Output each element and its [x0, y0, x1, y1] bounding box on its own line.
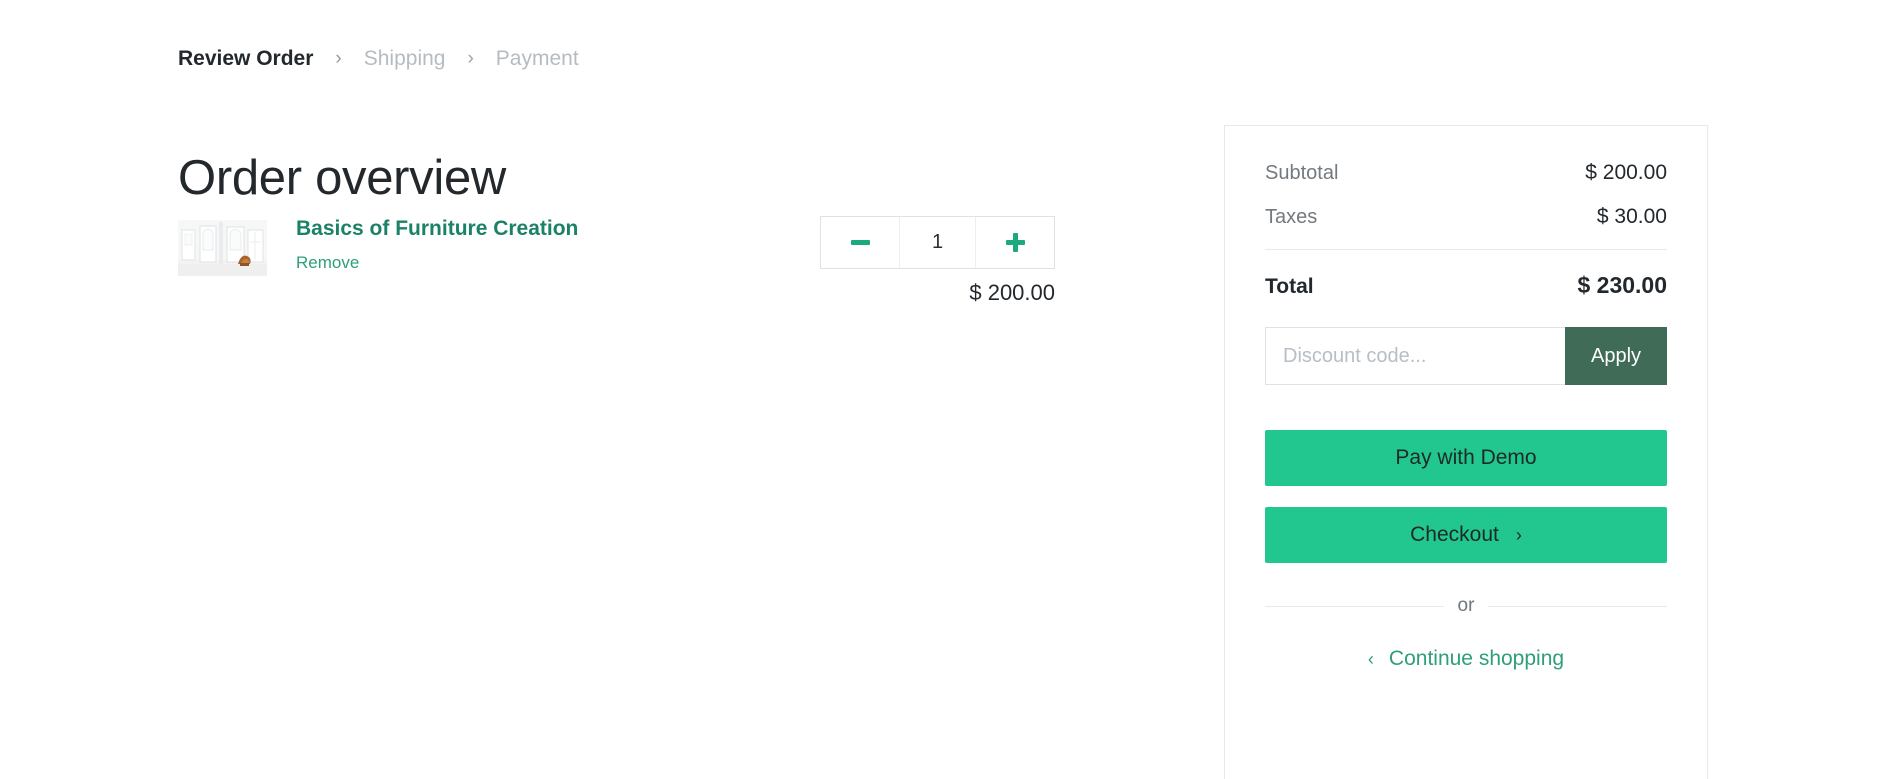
- chevron-right-icon: ›: [1515, 525, 1522, 545]
- summary-row-taxes: Taxes $ 30.00: [1265, 205, 1667, 229]
- or-label: or: [1457, 595, 1475, 616]
- total-value: $ 230.00: [1577, 272, 1667, 298]
- discount-code-group: Apply: [1265, 327, 1667, 385]
- checkout-button[interactable]: Checkout ›: [1265, 507, 1667, 563]
- chevron-left-icon: ‹: [1367, 649, 1374, 669]
- quantity-decrease-button[interactable]: [821, 217, 899, 268]
- summary-divider: [1265, 249, 1667, 250]
- breadcrumb-step-payment[interactable]: Payment: [496, 48, 579, 69]
- minus-icon: [850, 240, 870, 245]
- summary-row-total: Total $ 230.00: [1265, 272, 1667, 299]
- breadcrumb: Review Order › Shipping › Payment: [178, 48, 579, 69]
- total-label: Total: [1265, 275, 1314, 298]
- summary-row-subtotal: Subtotal $ 200.00: [1265, 161, 1667, 185]
- chevron-right-icon: ›: [335, 48, 342, 69]
- quantity-stepper[interactable]: 1: [820, 216, 1055, 269]
- or-divider: or: [1265, 595, 1667, 617]
- line-item-price: $ 200.00: [969, 280, 1055, 305]
- checkout-page: Review Order › Shipping › Payment Order …: [0, 0, 1878, 779]
- product-info: Basics of Furniture Creation Remove: [296, 216, 578, 273]
- order-summary-card: Subtotal $ 200.00 Taxes $ 30.00 Total $ …: [1224, 125, 1708, 779]
- continue-shopping-label: Continue shopping: [1388, 647, 1565, 670]
- breadcrumb-step-shipping[interactable]: Shipping: [364, 48, 446, 69]
- product-thumbnail[interactable]: [178, 220, 267, 276]
- subtotal-label: Subtotal: [1265, 162, 1339, 184]
- plus-icon: [1005, 233, 1025, 252]
- discount-code-input[interactable]: [1265, 327, 1565, 385]
- pay-with-demo-button[interactable]: Pay with Demo: [1265, 430, 1667, 486]
- breadcrumb-step-review-order[interactable]: Review Order: [178, 48, 313, 69]
- taxes-label: Taxes: [1265, 206, 1318, 228]
- page-title: Order overview: [178, 150, 507, 205]
- checkout-label: Checkout: [1410, 523, 1499, 546]
- remove-item-link[interactable]: Remove: [296, 254, 359, 271]
- divider-line-left: [1265, 605, 1444, 607]
- product-title[interactable]: Basics of Furniture Creation: [296, 216, 578, 241]
- taxes-value: $ 30.00: [1596, 205, 1667, 228]
- cart-line-item: Basics of Furniture Creation Remove 1 $ …: [178, 216, 1058, 326]
- apply-discount-button[interactable]: Apply: [1565, 327, 1667, 385]
- divider-line-right: [1488, 605, 1667, 607]
- continue-shopping-link[interactable]: ‹ Continue shopping: [1265, 647, 1667, 671]
- quantity-increase-button[interactable]: [976, 217, 1054, 268]
- chevron-right-icon: ›: [467, 48, 474, 69]
- subtotal-value: $ 200.00: [1585, 161, 1667, 184]
- quantity-value[interactable]: 1: [899, 217, 976, 268]
